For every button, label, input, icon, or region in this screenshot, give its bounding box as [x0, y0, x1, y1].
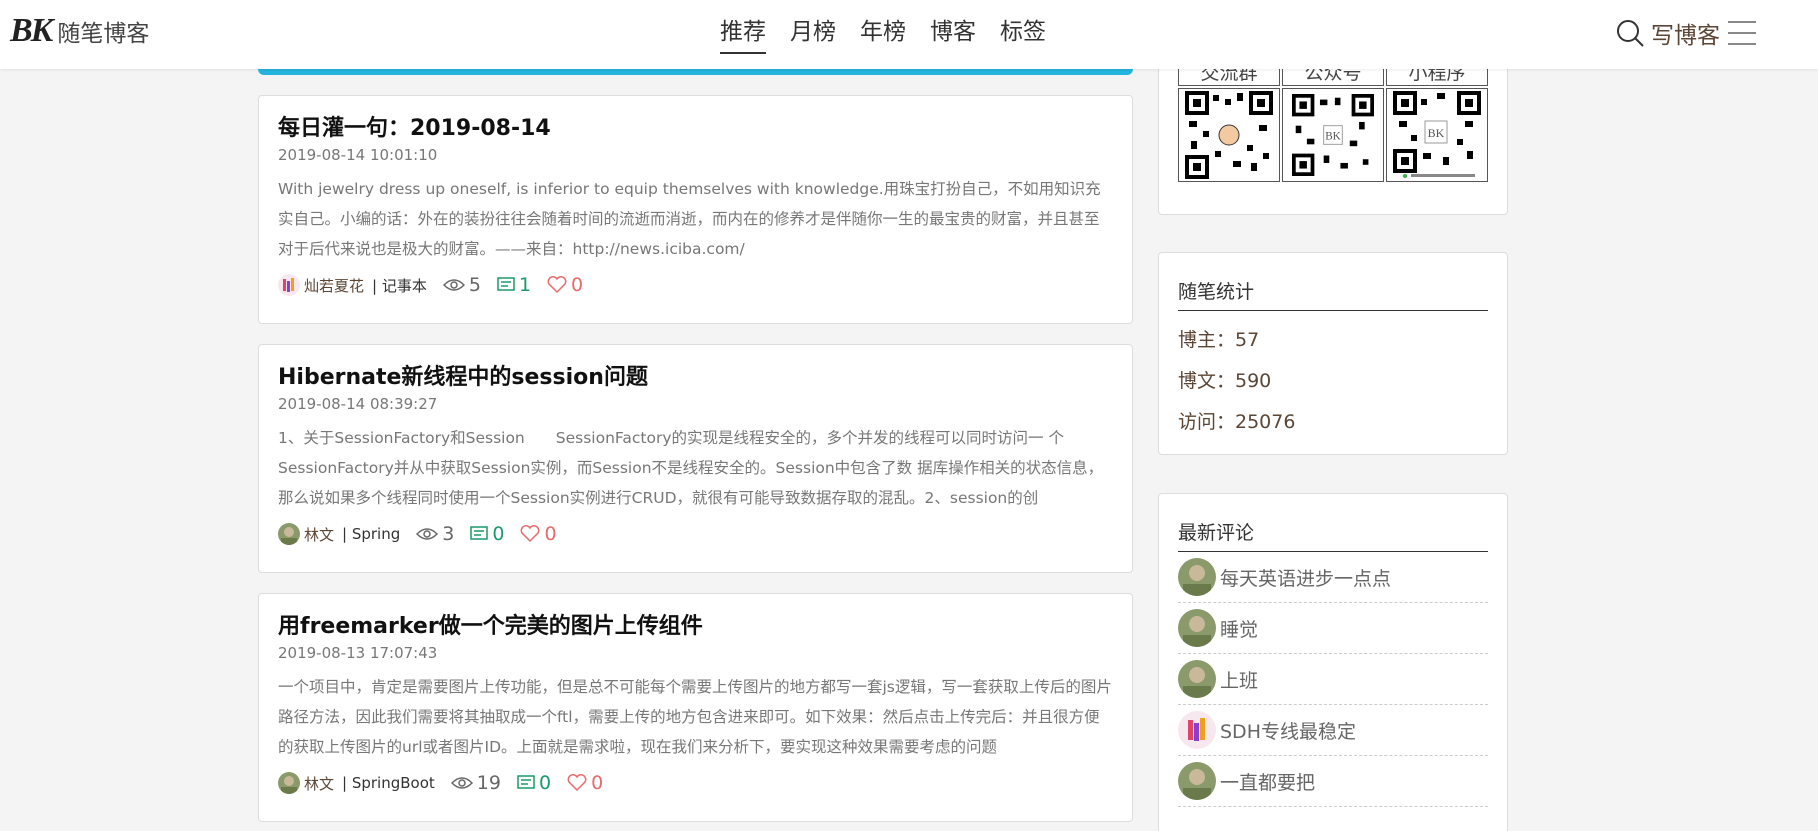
main-nav: 推荐 月榜 年榜 博客 标签 [720, 14, 1070, 54]
comment-text: SDH专线最稳定 [1220, 720, 1356, 743]
heart-icon [547, 276, 567, 294]
views-value: 5 [468, 274, 481, 296]
qr-group: 交流群 [1178, 61, 1280, 182]
logo-mark: BK [10, 12, 53, 49]
post-summary: 1、关于SessionFactory和Session SessionFactor… [278, 429, 1104, 507]
comments-count: 0 [517, 772, 551, 794]
post-category[interactable]: | SpringBoot [342, 774, 435, 792]
avatar [1178, 711, 1216, 749]
site-name: 随笔博客 [57, 21, 150, 47]
eye-icon [442, 279, 465, 291]
post-card[interactable]: 用freemarker做一个完美的图片上传组件 2019-08-13 17:07… [258, 593, 1133, 822]
views-count: 19 [450, 772, 501, 794]
stats-title: 随笔统计 [1178, 253, 1488, 311]
comment-text: 一直都要把 [1220, 771, 1316, 794]
avatar [1178, 762, 1216, 800]
post-author[interactable]: 林文 [304, 773, 334, 794]
views-value: 3 [442, 523, 455, 545]
nav-monthly[interactable]: 月榜 [790, 14, 836, 54]
eye-icon [416, 528, 439, 540]
list-item[interactable]: 上班 [1178, 654, 1488, 705]
svg-text:BK: BK [1428, 126, 1445, 140]
site-logo[interactable]: BK 随笔博客 [10, 14, 149, 48]
qr-code-image: BK [1386, 88, 1488, 182]
comment-text: 上班 [1220, 669, 1259, 692]
eye-icon [450, 777, 473, 789]
svg-text:BK: BK [1325, 131, 1341, 143]
menu-icon[interactable] [1728, 21, 1756, 45]
top-header: BK 随笔博客 推荐 月榜 年榜 博客 标签 写博客 [0, 0, 1818, 69]
comment-icon [517, 775, 535, 789]
post-summary: 一个项目中，肯定是需要图片上传功能，但是总不可能每个需要上传图片的地方都写一套j… [278, 678, 1112, 756]
avatar[interactable] [278, 772, 300, 794]
post-category[interactable]: | Spring [342, 525, 400, 543]
post-author[interactable]: 灿若夏花 [304, 275, 364, 296]
qr-codes-panel: 交流群 公众号 BK 小程序 BK [1158, 60, 1508, 215]
likes-count[interactable]: 0 [547, 274, 583, 296]
likes-count[interactable]: 0 [567, 772, 603, 794]
views-count: 5 [442, 274, 481, 296]
likes-value: 0 [571, 274, 584, 296]
post-title[interactable]: 每日灌一句：2019-08-14 [278, 114, 1113, 144]
views-count: 3 [416, 523, 454, 545]
write-blog-button[interactable]: 写博客 [1651, 16, 1720, 50]
avatar[interactable] [278, 274, 300, 296]
post-meta: 林文 | Spring 3 0 0 [278, 523, 1113, 545]
search-icon[interactable] [1615, 18, 1645, 48]
comment-icon [497, 277, 515, 291]
qr-group: 小程序 BK [1386, 61, 1488, 182]
list-item[interactable]: 一直都要把 [1178, 756, 1488, 807]
post-date: 2019-08-14 08:39:27 [278, 395, 438, 413]
likes-count[interactable]: 0 [520, 523, 557, 545]
blog-stats-panel: 随笔统计 博主：57 博文：590 访问：25076 [1158, 252, 1508, 455]
comments-value: 0 [492, 523, 505, 545]
avatar [1178, 558, 1216, 596]
post-meta: 林文 | SpringBoot 19 0 0 [278, 772, 1113, 794]
nav-blogs[interactable]: 博客 [930, 14, 976, 54]
comments-value: 1 [518, 274, 532, 296]
list-item[interactable]: 每天英语进步一点点 [1178, 552, 1488, 603]
visits-count: 访问：25076 [1178, 411, 1296, 433]
comments-value: 0 [538, 772, 552, 794]
avatar [1178, 660, 1216, 698]
comment-text: 睡觉 [1220, 618, 1259, 641]
nav-tags[interactable]: 标签 [1000, 14, 1046, 54]
avatar [1178, 609, 1216, 647]
likes-value: 0 [591, 772, 604, 794]
heart-icon [521, 525, 540, 543]
post-date: 2019-08-14 10:01:10 [278, 146, 438, 164]
likes-value: 0 [544, 523, 557, 545]
post-summary: With jewelry dress up oneself, is inferi… [278, 180, 1101, 258]
bloggers-count: 博主：57 [1178, 329, 1260, 351]
qr-code-image [1178, 88, 1280, 182]
comment-icon [470, 526, 489, 540]
post-card[interactable]: Hibernate新线程中的session问题 2019-08-14 08:39… [258, 344, 1133, 573]
avatar[interactable] [278, 523, 300, 545]
comments-count: 0 [470, 523, 504, 545]
post-category[interactable]: | 记事本 [372, 275, 427, 296]
post-title[interactable]: Hibernate新线程中的session问题 [278, 363, 1113, 393]
articles-count: 博文：590 [1178, 370, 1272, 392]
qr-group: 公众号 BK [1282, 61, 1384, 182]
nav-yearly[interactable]: 年榜 [860, 14, 906, 54]
list-item[interactable]: SDH专线最稳定 [1178, 705, 1488, 756]
post-author[interactable]: 林文 [304, 524, 334, 545]
post-card[interactable]: 每日灌一句：2019-08-14 2019-08-14 10:01:10 Wit… [258, 95, 1133, 324]
comment-text: 每天英语进步一点点 [1220, 567, 1392, 590]
comments-count: 1 [497, 274, 531, 296]
nav-recommend[interactable]: 推荐 [720, 14, 766, 54]
views-value: 19 [476, 772, 501, 794]
latest-comments-panel: 最新评论 每天英语进步一点点 睡觉 上班 SDH专线最稳定 一直都要把 [1158, 493, 1508, 831]
header-actions: 写博客 [1615, 16, 1756, 50]
post-list: 每日灌一句：2019-08-14 2019-08-14 10:01:10 Wit… [258, 69, 1133, 831]
qr-code-image: BK [1282, 88, 1384, 182]
list-item[interactable]: 睡觉 [1178, 603, 1488, 654]
post-meta: 灿若夏花 | 记事本 5 1 0 [278, 274, 1113, 296]
accent-bar [258, 69, 1133, 75]
heart-icon [567, 774, 587, 792]
post-date: 2019-08-13 17:07:43 [278, 644, 438, 662]
comments-title: 最新评论 [1178, 494, 1488, 552]
post-title[interactable]: 用freemarker做一个完美的图片上传组件 [278, 612, 1113, 642]
